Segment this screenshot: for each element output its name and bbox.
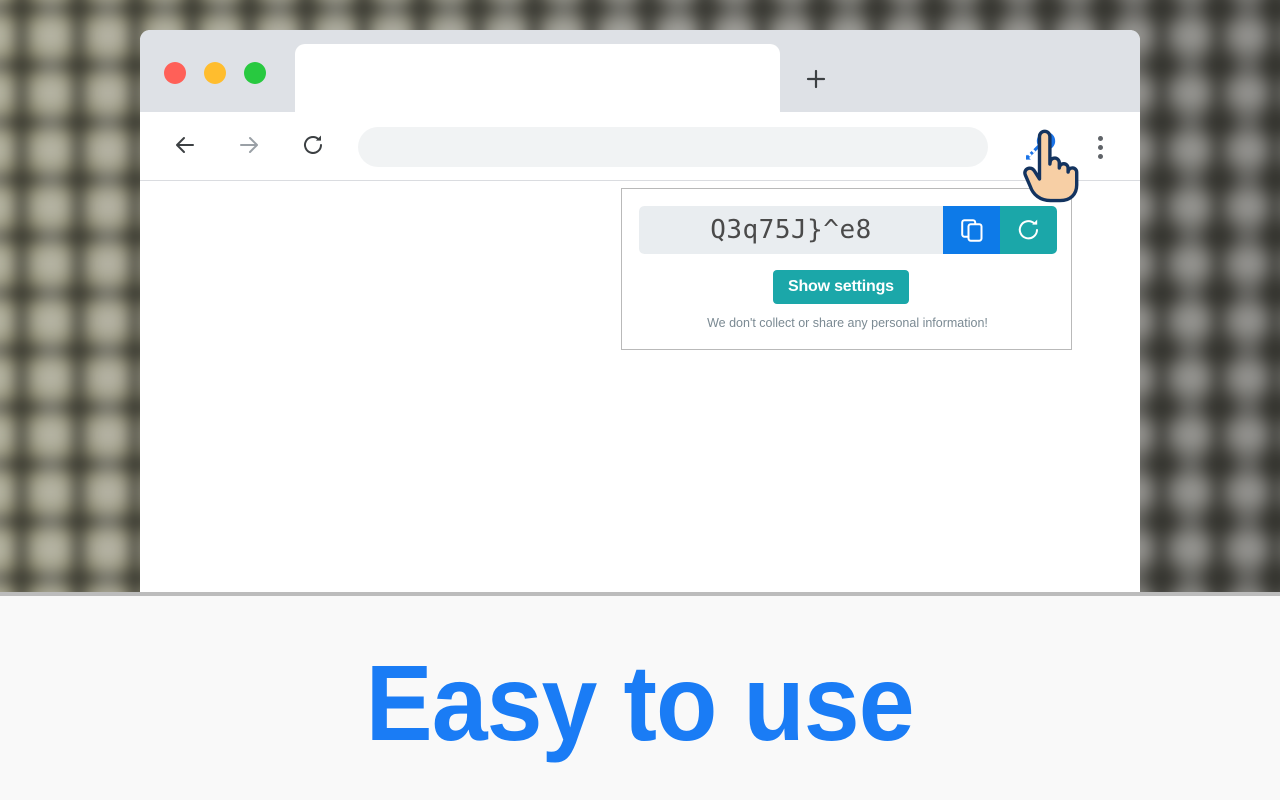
caption-area: Easy to use xyxy=(0,596,1280,800)
password-row: Q3q75J}^e8 xyxy=(639,206,1057,254)
maximize-window-button[interactable] xyxy=(244,62,266,84)
window-controls xyxy=(164,62,266,84)
reload-icon xyxy=(304,135,322,154)
extension-key-button[interactable] xyxy=(1018,125,1062,169)
browser-tabstrip xyxy=(140,30,1140,112)
kebab-dot-3 xyxy=(1097,153,1103,159)
key-icon xyxy=(1026,131,1056,160)
arrow-right-icon xyxy=(240,137,258,153)
refresh-icon xyxy=(1018,219,1038,240)
password-value[interactable]: Q3q75J}^e8 xyxy=(639,206,943,254)
address-bar[interactable] xyxy=(358,127,988,167)
browser-menu-button[interactable] xyxy=(1078,125,1122,169)
regenerate-password-button[interactable] xyxy=(1000,206,1057,254)
forward-button[interactable] xyxy=(228,124,270,166)
password-generator-popup: Q3q75J}^e8 Show settings We don't collec… xyxy=(621,188,1072,350)
hero-divider xyxy=(0,592,1280,596)
new-tab-button[interactable] xyxy=(795,58,837,100)
minimize-window-button[interactable] xyxy=(204,62,226,84)
copy-password-button[interactable] xyxy=(943,206,1000,254)
kebab-dot-2 xyxy=(1097,144,1103,150)
plus-icon xyxy=(806,69,826,89)
browser-toolbar xyxy=(140,112,1140,181)
caption-text: Easy to use xyxy=(365,641,915,763)
kebab-dot-1 xyxy=(1097,135,1103,141)
browser-tab[interactable] xyxy=(295,44,780,112)
privacy-note: We don't collect or share any personal i… xyxy=(707,316,988,330)
reload-button[interactable] xyxy=(292,124,334,166)
navigation-controls xyxy=(164,124,334,166)
arrow-left-icon xyxy=(176,137,194,153)
copy-icon xyxy=(960,219,982,242)
back-button[interactable] xyxy=(164,124,206,166)
show-settings-button[interactable]: Show settings xyxy=(773,270,909,304)
page-root: Q3q75J}^e8 Show settings We don't collec… xyxy=(0,0,1280,800)
close-window-button[interactable] xyxy=(164,62,186,84)
